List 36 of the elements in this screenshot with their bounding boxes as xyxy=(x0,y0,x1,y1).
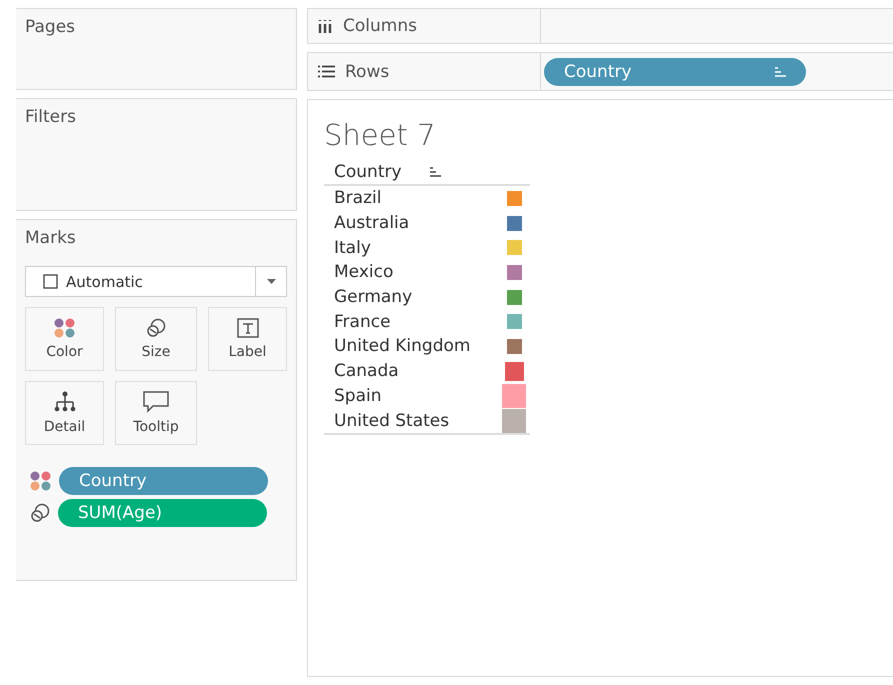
table-cell: France xyxy=(334,312,391,332)
panel-title: Filters xyxy=(25,107,76,127)
table-cell: Spain xyxy=(334,386,382,406)
table-cell: Mexico xyxy=(334,262,394,282)
table-cell: United Kingdom xyxy=(334,336,470,356)
sort-icon[interactable] xyxy=(430,167,441,177)
mark-card[interactable]: Size xyxy=(115,307,197,371)
mark-card[interactable]: Tooltip xyxy=(115,381,197,445)
rows-icon xyxy=(318,65,335,78)
hierarchy-icon xyxy=(54,391,76,413)
table-cell: Canada xyxy=(334,361,399,382)
table-cell: Brazil xyxy=(334,188,382,208)
table-cell: Australia xyxy=(334,213,410,234)
color-dots-icon xyxy=(54,318,75,338)
shelf-label: Rows xyxy=(345,62,390,82)
panel-title: Marks xyxy=(25,228,76,248)
column-header: Country xyxy=(334,162,402,182)
table-cell: Germany xyxy=(334,287,412,308)
square-icon xyxy=(43,274,58,289)
shelf-label: Columns xyxy=(343,16,417,36)
size-icon xyxy=(30,503,50,523)
sheet-title: Sheet 7 xyxy=(324,118,436,152)
mark-card[interactable]: Color xyxy=(25,307,104,371)
mark-card[interactable]: Detail xyxy=(25,381,104,445)
panel-title: Pages xyxy=(25,17,76,37)
mark-card[interactable]: Label xyxy=(208,307,287,371)
columns-icon xyxy=(318,19,333,33)
speech-bubble-icon xyxy=(143,391,169,413)
color-dots-icon xyxy=(30,471,51,491)
caret-icon xyxy=(266,279,276,284)
label-icon xyxy=(236,318,258,338)
table-cell: Italy xyxy=(334,238,371,258)
mark-type-dropdown[interactable]: Automatic xyxy=(25,266,287,297)
table-cell: United States xyxy=(334,410,450,431)
dropdown-value: Automatic xyxy=(66,272,143,290)
size-icon xyxy=(146,318,166,338)
